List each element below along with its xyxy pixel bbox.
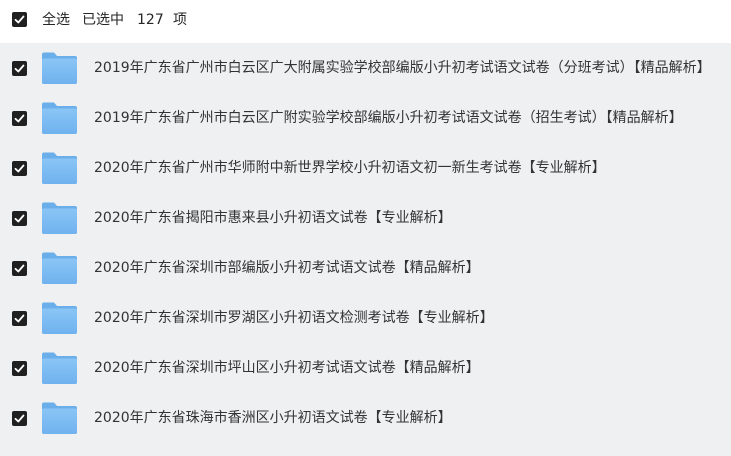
file-row[interactable]: 2020年广东省深圳市部编版小升初考试语文试卷【精品解析】	[0, 243, 731, 293]
checkmark-icon	[14, 114, 25, 123]
file-name[interactable]: 2019年广东省广州市白云区广附实验学校部编版小升初考试语文试卷（招生考试）【精…	[94, 108, 714, 128]
row-checkbox[interactable]	[12, 211, 27, 226]
checkmark-icon	[14, 214, 25, 223]
row-checkbox[interactable]	[12, 161, 27, 176]
file-row[interactable]: 2019年广东省广州市白云区广大附属实验学校部编版小升初考试语文试卷（分班考试）…	[0, 43, 731, 93]
checkmark-icon	[14, 264, 25, 273]
selected-count: 127	[137, 12, 164, 28]
row-checkbox[interactable]	[12, 411, 27, 426]
folder-icon	[42, 52, 77, 84]
file-selection-panel: 全选 已选中 127 项 2019年广东省广州市白云区广大附属实验学校部编版小升…	[0, 0, 731, 456]
selection-header: 全选 已选中 127 项	[0, 0, 731, 40]
folder-icon	[42, 302, 77, 334]
row-checkbox[interactable]	[12, 61, 27, 76]
checkmark-icon	[14, 364, 25, 373]
file-name[interactable]: 2020年广东省揭阳市惠来县小升初语文试卷【专业解析】	[94, 208, 714, 228]
checkmark-icon	[14, 64, 25, 73]
row-checkbox[interactable]	[12, 311, 27, 326]
file-row[interactable]: 2020年广东省深圳市罗湖区小升初语文检测考试卷【专业解析】	[0, 293, 731, 343]
selected-label: 已选中	[82, 12, 124, 28]
file-row[interactable]: 2020年广东省深圳市坪山区小升初考试语文试卷【精品解析】	[0, 343, 731, 393]
folder-icon	[42, 352, 77, 384]
checkmark-icon	[14, 414, 25, 423]
file-list: 2019年广东省广州市白云区广大附属实验学校部编版小升初考试语文试卷（分班考试）…	[0, 43, 731, 456]
file-name[interactable]: 2020年广东省珠海市香洲区小升初语文试卷【专业解析】	[94, 408, 714, 428]
file-name[interactable]: 2020年广东省深圳市部编版小升初考试语文试卷【精品解析】	[94, 258, 714, 278]
select-all-checkbox[interactable]	[12, 12, 27, 27]
file-row[interactable]: 2020年广东省珠海市香洲区小升初语文试卷【专业解析】	[0, 393, 731, 443]
folder-icon	[42, 152, 77, 184]
checkmark-icon	[14, 15, 25, 24]
folder-icon	[42, 102, 77, 134]
file-name[interactable]: 2020年广东省深圳市罗湖区小升初语文检测考试卷【专业解析】	[94, 308, 714, 328]
row-checkbox[interactable]	[12, 261, 27, 276]
checkmark-icon	[14, 164, 25, 173]
file-name[interactable]: 2020年广东省广州市华师附中新世界学校小升初语文初一新生考试卷【专业解析】	[94, 158, 714, 178]
folder-icon	[42, 402, 77, 434]
file-row[interactable]: 2019年广东省广州市白云区广附实验学校部编版小升初考试语文试卷（招生考试）【精…	[0, 93, 731, 143]
folder-icon	[42, 252, 77, 284]
folder-icon	[42, 202, 77, 234]
file-row[interactable]: 2020年广东省广州市华师附中新世界学校小升初语文初一新生考试卷【专业解析】	[0, 143, 731, 193]
file-name[interactable]: 2020年广东省深圳市坪山区小升初考试语文试卷【精品解析】	[94, 358, 714, 378]
row-checkbox[interactable]	[12, 361, 27, 376]
file-name[interactable]: 2019年广东省广州市白云区广大附属实验学校部编版小升初考试语文试卷（分班考试）…	[94, 58, 714, 78]
select-all-label[interactable]: 全选	[42, 10, 70, 30]
checkmark-icon	[14, 314, 25, 323]
file-row[interactable]: 2020年广东省揭阳市惠来县小升初语文试卷【专业解析】	[0, 193, 731, 243]
unit-label: 项	[173, 12, 187, 28]
row-checkbox[interactable]	[12, 111, 27, 126]
